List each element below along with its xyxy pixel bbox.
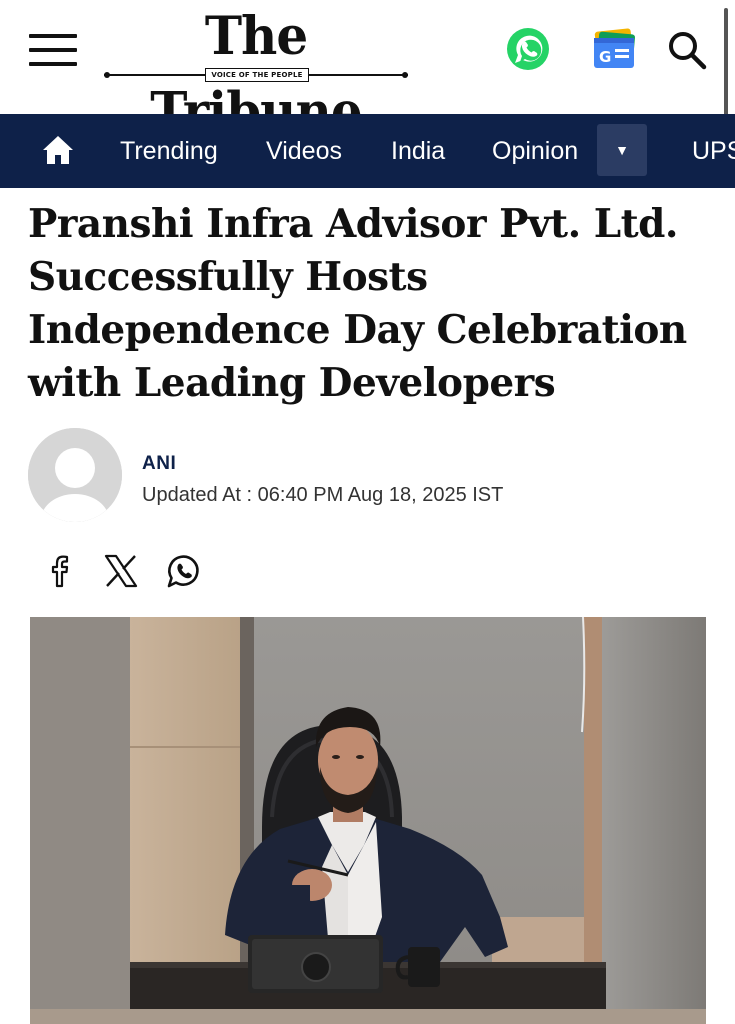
whatsapp-icon[interactable] bbox=[505, 26, 551, 72]
tribune-logo[interactable]: The Tribune VOICE OF THE PEOPLE bbox=[104, 2, 408, 142]
svg-text:G: G bbox=[599, 48, 611, 66]
nav-item-opinion[interactable]: Opinion bbox=[492, 114, 578, 188]
article-photo[interactable] bbox=[30, 617, 706, 1024]
author-avatar bbox=[28, 428, 122, 522]
nav-item-videos[interactable]: Videos bbox=[266, 114, 342, 188]
x-icon[interactable] bbox=[102, 552, 140, 590]
page-scrollbar[interactable] bbox=[724, 8, 728, 118]
nav-item-upsc[interactable]: UPSC bbox=[692, 114, 735, 188]
logo-tagline: VOICE OF THE PEOPLE bbox=[205, 68, 309, 82]
nav-item-india[interactable]: India bbox=[391, 114, 445, 188]
search-icon[interactable] bbox=[667, 30, 707, 70]
nav-more-dropdown[interactable]: ▼ bbox=[597, 124, 647, 176]
facebook-icon[interactable] bbox=[41, 552, 79, 590]
whatsapp-share-icon[interactable] bbox=[164, 552, 202, 590]
caret-down-icon: ▼ bbox=[615, 142, 629, 158]
site-header: The Tribune VOICE OF THE PEOPLE G bbox=[0, 0, 735, 142]
nav-item-trending[interactable]: Trending bbox=[120, 114, 218, 188]
hamburger-menu-icon[interactable] bbox=[29, 34, 77, 66]
updated-timestamp: Updated At : 06:40 PM Aug 18, 2025 IST bbox=[142, 484, 504, 506]
author-name[interactable]: ANI bbox=[142, 453, 176, 475]
home-icon[interactable] bbox=[40, 132, 76, 168]
article-headline: Pranshi Infra Advisor Pvt. Ltd. Successf… bbox=[28, 201, 687, 406]
google-news-icon[interactable]: G bbox=[588, 26, 640, 72]
